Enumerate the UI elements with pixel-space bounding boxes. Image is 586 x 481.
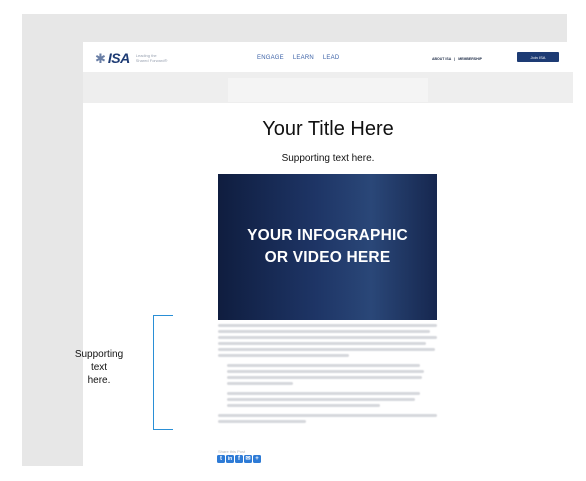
blur-line [218,414,437,417]
mockup-frame: ✱ ISA Leading the Shared Forward® ENGAGE… [22,14,573,472]
plus-icon[interactable]: + [253,455,261,463]
nav-item-engage[interactable]: ENGAGE [257,55,284,61]
share-label: Share this Post [218,449,246,454]
nav-item-learn[interactable]: LEARN [293,55,314,61]
isa-logo[interactable]: ✱ ISA Leading the Shared Forward® [95,51,170,65]
blur-line [218,330,431,333]
annotation-label: Supporting text here. [66,348,132,387]
annotation-line-1: Supporting [74,349,124,360]
blur-line [218,342,427,345]
blur-line [218,420,306,423]
isa-logo-mark-icon: ✱ [95,50,106,66]
blur-line [227,376,422,379]
annotation-bracket [153,315,173,430]
nav-item-lead[interactable]: LEAD [323,55,339,61]
hero-band-inner [228,78,428,102]
infographic-placeholder[interactable]: YOUR INFOGRAPHIC OR VIDEO HERE [218,174,437,320]
blurred-body-text [218,324,437,426]
hero-band [83,72,573,103]
page-title: Your Title Here [262,118,394,140]
annotation-line-2: text [90,362,108,373]
site-header: ✱ ISA Leading the Shared Forward® ENGAGE… [83,42,573,72]
nav-separator: | [454,57,456,61]
blur-line [227,382,293,385]
infographic-line-2: OR VIDEO HERE [264,249,391,266]
logo-tagline: Leading the Shared Forward® [135,53,168,63]
main-nav: ENGAGE LEARN LEAD [257,55,339,61]
blur-line [218,348,435,351]
blur-line [218,354,350,357]
facebook-icon[interactable]: f [235,455,243,463]
blur-line [227,392,420,395]
nav-item-membership[interactable]: MEMBERSHIP [458,57,482,61]
nav-item-about-isa[interactable]: ABOUT ISA [432,57,451,61]
email-icon[interactable]: ✉ [244,455,252,463]
join-isa-button[interactable]: Join ISA [517,52,559,62]
linkedin-icon[interactable]: in [226,455,234,463]
blur-line [227,404,381,407]
blur-line [218,336,437,339]
blur-line [227,370,425,373]
page-subtitle: Supporting text here. [281,153,375,164]
blur-line [227,364,420,367]
blur-line [218,324,437,327]
twitter-icon[interactable]: t [217,455,225,463]
isa-logo-text: ISA [107,50,130,66]
share-icons: t in f ✉ + [217,455,261,463]
secondary-nav: ABOUT ISA | MEMBERSHIP [432,57,482,61]
annotation-line-3: here. [87,375,111,386]
blur-line [227,398,416,401]
infographic-line-1: YOUR INFOGRAPHIC [247,227,408,244]
